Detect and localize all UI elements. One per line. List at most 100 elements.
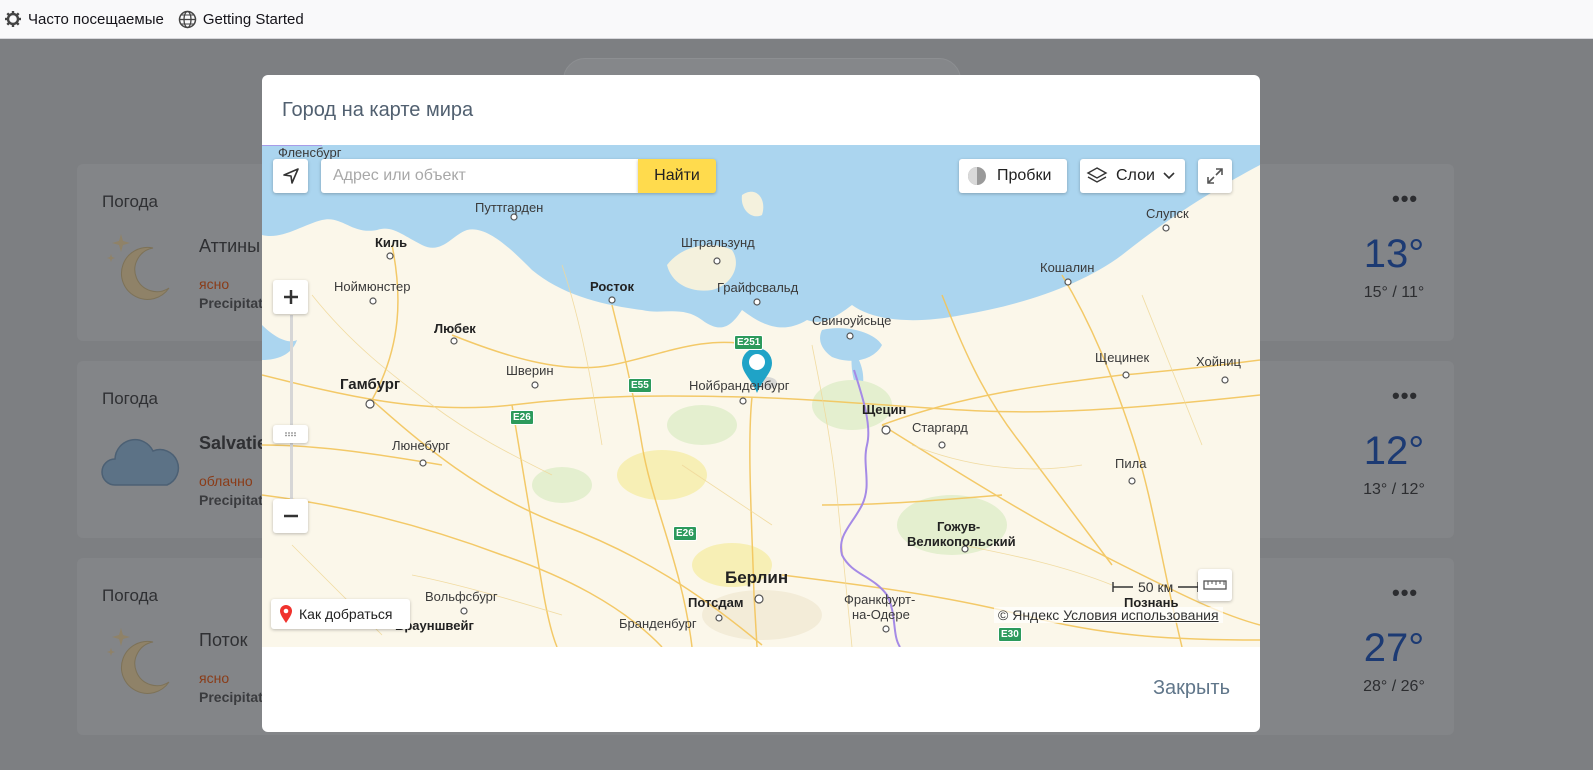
address-search-input[interactable] [321, 159, 638, 193]
map-label-neubrandenburg: Нойбранденбург [689, 378, 790, 393]
map-label-neumunster: Ноймюнстер [334, 279, 411, 294]
layers-button[interactable]: Слои [1080, 159, 1185, 193]
card-condition: ясно [199, 276, 230, 292]
card-title: Погода [102, 586, 158, 605]
route-shield-e30: E30 [998, 627, 1022, 642]
map-label-brandenburg: Бранденбург [619, 616, 697, 631]
route-label: Как добраться [299, 606, 393, 622]
bookmark-getting-started[interactable]: Getting Started [178, 10, 304, 29]
map-label-rostock: Росток [590, 279, 634, 294]
grip-icon [284, 432, 296, 437]
card-min-max: 13° / 12° [1363, 481, 1425, 498]
card-precipitation: Precipitat [199, 492, 263, 508]
map-copyright: © Яндекс Условия использования [994, 607, 1223, 623]
map-label-slupsk: Слупск [1146, 206, 1189, 221]
scale-label: 50 км [1138, 579, 1174, 595]
zoom-out-button[interactable] [273, 499, 308, 533]
card-min-max: 28° / 26° [1363, 678, 1425, 695]
card-more-button[interactable]: ••• [1392, 580, 1418, 606]
map-label-flensburg: Фленсбург [278, 145, 342, 160]
map-label-schwerin: Шверин [506, 363, 554, 378]
cloud-icon [101, 431, 181, 496]
minus-icon [283, 514, 298, 518]
ruler-button[interactable] [1198, 569, 1232, 601]
find-button[interactable]: Найти [638, 159, 716, 193]
card-city: Поток [199, 630, 248, 650]
card-city: Аттины [199, 236, 261, 256]
map-label-frankfurt-1: Франкфурт- [844, 592, 916, 607]
map-label-puttgarden: Путтгарден [475, 200, 544, 215]
map-label-szczecinek: Щецинек [1095, 350, 1150, 365]
map-label-stralsund: Штральзунд [681, 235, 755, 250]
copyright-text: © Яндекс [998, 607, 1060, 623]
bookmarks-toolbar: Часто посещаемые Getting Started [0, 0, 1593, 39]
traffic-button[interactable]: Пробки [959, 159, 1067, 193]
traffic-icon [968, 167, 986, 185]
map-label-stargard: Старгард [912, 420, 968, 435]
map-label-lubeck: Любек [434, 321, 476, 336]
card-more-button[interactable]: ••• [1392, 383, 1418, 409]
card-temperature: 27° [1363, 626, 1425, 670]
scale-bar-right-icon [1178, 582, 1199, 592]
zoom-slider-track[interactable] [290, 315, 293, 515]
card-condition: облачно [199, 473, 253, 489]
fullscreen-button[interactable] [1198, 159, 1232, 193]
card-condition: ясно [199, 670, 230, 686]
map-label-koszalin: Кошалин [1040, 260, 1095, 275]
card-city: Salvatie [199, 433, 268, 453]
card-more-button[interactable]: ••• [1392, 186, 1418, 212]
map-label-kiel: Киль [375, 235, 408, 250]
card-precipitation: Precipitat [199, 295, 263, 311]
geolocation-button[interactable] [273, 159, 308, 193]
map-label-luneburg: Люнебург [392, 438, 451, 453]
zoom-slider-handle[interactable] [273, 425, 308, 443]
map-label-berlin: Берлин [725, 568, 789, 587]
route-shield-e26: E26 [510, 410, 534, 425]
yandex-map[interactable]: Фленсбург Путтгарден Киль Штральзунд Слу… [262, 145, 1260, 647]
map-modal: Город на карте мира Фленсбург Путтгарден… [262, 75, 1260, 732]
modal-title: Город на карте мира [282, 99, 474, 121]
terms-link[interactable]: Условия использования [1063, 607, 1218, 623]
card-title: Погода [102, 389, 158, 408]
zoom-in-button[interactable] [273, 280, 308, 314]
map-label-chojnice: Хойниц [1196, 354, 1241, 369]
card-temperature: 12° [1363, 429, 1425, 473]
card-min-max: 15° / 11° [1363, 284, 1425, 301]
moon-stars-icon [101, 226, 181, 311]
bookmark-label: Часто посещаемые [28, 10, 164, 28]
map-label-greifswald: Грайфсвальд [717, 280, 799, 295]
route-shield-e55: E55 [628, 378, 652, 393]
layers-icon [1086, 167, 1108, 183]
map-label-potsdam: Потсдам [688, 595, 744, 610]
map-label-szczecin: Щецин [862, 402, 907, 417]
location-arrow-icon [282, 168, 299, 184]
close-button[interactable]: Закрыть [1153, 677, 1230, 700]
route-button[interactable]: Как добраться [271, 599, 410, 629]
scale-bar-left-icon [1112, 582, 1133, 592]
globe-icon [178, 10, 197, 28]
map-scale: 50 км [1112, 579, 1199, 595]
moon-stars-icon [101, 620, 181, 705]
traffic-label: Пробки [997, 167, 1052, 184]
plus-icon [283, 290, 298, 304]
card-title: Погода [102, 192, 158, 211]
expand-icon [1207, 168, 1223, 184]
bookmark-label: Getting Started [202, 10, 304, 28]
ruler-icon [1203, 580, 1227, 590]
map-label-gorzow-2: Великопольский [907, 534, 1016, 549]
card-precipitation: Precipitat [199, 689, 263, 705]
route-shield-e251: E251 [734, 335, 764, 350]
map-label-pila: Пила [1115, 456, 1147, 471]
map-label-swinoujscie: Свиноуйсьце [812, 313, 892, 328]
chevron-down-icon [1163, 172, 1175, 180]
map-label-frankfurt-2: на-Одере [852, 607, 910, 622]
bookmark-most-visited[interactable]: Часто посещаемые [4, 10, 164, 28]
route-shield-e26: E26 [673, 526, 697, 541]
map-label-hamburg: Гамбург [340, 376, 401, 393]
map-label-wolfsburg: Вольфсбург [425, 589, 498, 604]
card-temperature: 13° [1363, 232, 1425, 276]
gear-icon [5, 11, 21, 27]
map-label-gorzow-1: Гожув- [937, 519, 981, 534]
map-pin-icon [280, 605, 292, 623]
layers-label: Слои [1116, 167, 1155, 184]
